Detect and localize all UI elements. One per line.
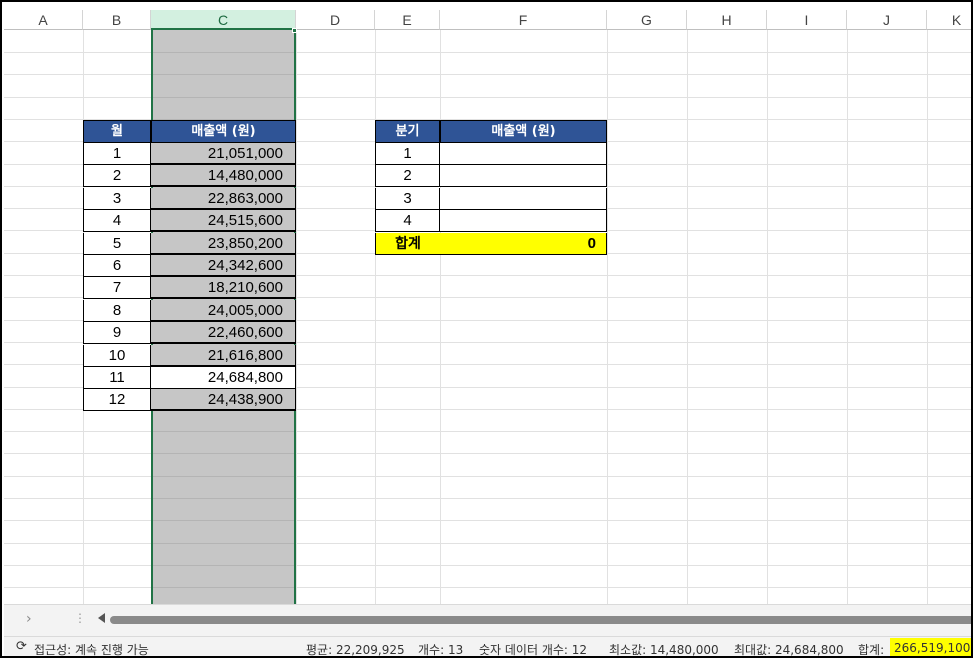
month-cell[interactable]: 3	[83, 188, 151, 210]
column-header-G[interactable]: G	[607, 10, 687, 30]
month-cell[interactable]: 4	[83, 210, 151, 232]
fill-handle[interactable]	[292, 28, 297, 33]
sales-cell[interactable]: 18,210,600	[151, 277, 296, 299]
month-cell[interactable]: 7	[83, 277, 151, 299]
quarter-cell[interactable]: 2	[375, 165, 440, 187]
tab-split-handle[interactable]: ⋮	[74, 611, 86, 625]
sales-cell[interactable]: 21,616,800	[151, 345, 296, 367]
horizontal-scrollbar-thumb[interactable]	[110, 616, 971, 624]
quarter-sales-cell[interactable]	[440, 210, 607, 232]
column-header-D[interactable]: D	[296, 10, 375, 30]
quarter-sales-cell[interactable]	[440, 143, 607, 165]
sales-cell[interactable]: 14,480,000	[151, 165, 296, 187]
spreadsheet-window: A B C D E F G H I J K 월 매출액 (원) 1 21,051,00…	[0, 0, 973, 658]
total-label-cell[interactable]: 합계	[375, 233, 440, 255]
status-sum-value[interactable]: 266,519,100	[890, 638, 971, 656]
sales-cell[interactable]: 24,438,900	[151, 389, 296, 411]
month-cell[interactable]: 6	[83, 255, 151, 277]
month-cell[interactable]: 8	[83, 300, 151, 322]
status-average[interactable]: 평균: 22,209,925	[306, 641, 405, 656]
quarter-cell[interactable]: 3	[375, 188, 440, 210]
header-quarter-sales[interactable]: 매출액 (원)	[440, 120, 607, 143]
month-cell[interactable]: 9	[83, 322, 151, 344]
total-value-cell[interactable]: 0	[440, 233, 607, 255]
accessibility-icon[interactable]: ⟳	[16, 639, 27, 654]
sales-cell[interactable]: 22,863,000	[151, 188, 296, 210]
month-cell[interactable]: 12	[83, 389, 151, 411]
accessibility-status[interactable]: 접근성: 계속 진행 가능	[34, 641, 149, 656]
sheet-scroll-bar: › ⋮	[4, 604, 971, 636]
header-quarter[interactable]: 분기	[375, 120, 440, 143]
status-min[interactable]: 최소값: 14,480,000	[609, 641, 719, 656]
status-count[interactable]: 개수: 13	[418, 641, 463, 656]
column-header-B[interactable]: B	[83, 10, 151, 30]
column-header-I[interactable]: I	[767, 10, 847, 30]
sales-cell[interactable]: 24,684,800	[151, 367, 296, 389]
column-header-J[interactable]: J	[847, 10, 927, 30]
sales-cell[interactable]: 21,051,000	[151, 143, 296, 165]
month-cell[interactable]: 10	[83, 345, 151, 367]
status-numeric-count[interactable]: 숫자 데이터 개수: 12	[479, 641, 587, 656]
quarter-sales-cell[interactable]	[440, 188, 607, 210]
column-header-E[interactable]: E	[375, 10, 440, 30]
month-cell[interactable]: 5	[83, 233, 151, 255]
sales-cell[interactable]: 24,005,000	[151, 300, 296, 322]
scroll-left-icon[interactable]	[98, 613, 105, 623]
quarter-sales-cell[interactable]	[440, 165, 607, 187]
column-header-A[interactable]: A	[4, 10, 83, 30]
month-cell[interactable]: 1	[83, 143, 151, 165]
sales-cell[interactable]: 24,515,600	[151, 210, 296, 232]
month-cell[interactable]: 11	[83, 367, 151, 389]
header-sales[interactable]: 매출액 (원)	[151, 120, 296, 143]
sales-cell[interactable]: 23,850,200	[151, 233, 296, 255]
column-header-K[interactable]: K	[927, 10, 971, 30]
column-header-F[interactable]: F	[440, 10, 607, 30]
column-header-C[interactable]: C	[151, 10, 296, 30]
sales-cell[interactable]: 22,460,600	[151, 322, 296, 344]
sales-cell[interactable]: 24,342,600	[151, 255, 296, 277]
scroll-right-icon[interactable]: ›	[26, 611, 32, 627]
column-header-H[interactable]: H	[687, 10, 767, 30]
quarter-cell[interactable]: 4	[375, 210, 440, 232]
status-max[interactable]: 최대값: 24,684,800	[734, 641, 844, 656]
quarter-cell[interactable]: 1	[375, 143, 440, 165]
month-cell[interactable]: 2	[83, 165, 151, 187]
status-sum-label[interactable]: 합계:	[858, 641, 884, 656]
header-month[interactable]: 월	[83, 120, 151, 143]
status-bar: ⟳ 접근성: 계속 진행 가능 평균: 22,209,925 개수: 13 숫자…	[4, 636, 971, 656]
